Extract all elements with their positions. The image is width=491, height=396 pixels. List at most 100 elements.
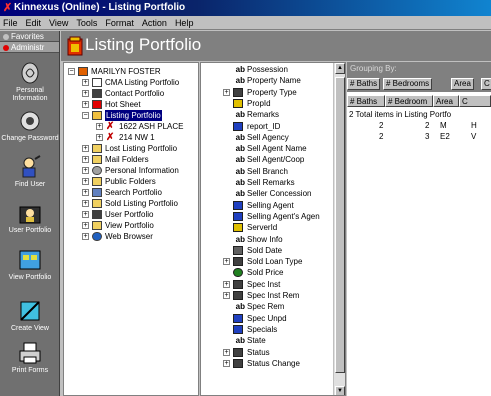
- favorites-dot-icon: [3, 33, 9, 40]
- tree-item-label: 1622 ASH PLACE: [119, 122, 184, 131]
- group-total-row[interactable]: 2 Total items in Listing Portfo: [347, 109, 491, 120]
- expand-icon[interactable]: +: [82, 90, 89, 97]
- field-list[interactable]: ab Possession ab Property Name + Property Typ…: [200, 62, 346, 396]
- list-field-icon: [233, 358, 243, 368]
- expand-icon[interactable]: +: [82, 211, 89, 218]
- tab-favorites[interactable]: Favorites: [0, 31, 59, 42]
- person-field-icon: [233, 200, 243, 210]
- expand-icon[interactable]: +: [82, 189, 89, 196]
- listing-x-icon: ✗: [106, 132, 115, 143]
- tree-item-label: Listing Portfolio: [105, 110, 162, 121]
- field-label: Specials: [247, 324, 278, 334]
- field-label: Spec Inst: [247, 279, 281, 289]
- expand-icon[interactable]: +: [82, 233, 89, 240]
- chip-area[interactable]: Area: [451, 78, 474, 90]
- tree-item-label: Personal Information: [105, 166, 179, 175]
- folder-open-icon: [92, 111, 102, 120]
- expand-icon[interactable]: +: [82, 101, 89, 108]
- menu-tools[interactable]: Tools: [76, 18, 97, 28]
- collapse-icon[interactable]: −: [68, 68, 75, 75]
- field-label: Spec Inst Rem: [247, 291, 300, 300]
- expand-icon[interactable]: +: [82, 156, 89, 163]
- table-row[interactable]: 2 2 M H: [347, 120, 491, 131]
- field-label: Sell Agent/Coop: [247, 155, 305, 165]
- tree-item-label: Public Folders: [105, 177, 156, 186]
- field-label: report_ID: [247, 121, 281, 131]
- title-bar[interactable]: ✗ Kinnexus (Online) - Listing Portfolio: [0, 0, 491, 16]
- folder-icon: [92, 199, 102, 208]
- expand-icon[interactable]: +: [223, 258, 230, 266]
- text-field-icon: ab: [235, 336, 245, 346]
- expand-icon[interactable]: +: [223, 348, 230, 356]
- chip-c[interactable]: C: [481, 78, 491, 90]
- shortcut-user-portfolio[interactable]: User Portfolio: [0, 201, 59, 235]
- menu-format[interactable]: Format: [105, 18, 134, 28]
- portfolio-tree[interactable]: − MARILYN FOSTER + CMA Listing Portfolio + Co…: [63, 62, 199, 396]
- listing-portfolio-icon: [67, 36, 83, 56]
- menu-help[interactable]: Help: [175, 18, 194, 28]
- expand-icon[interactable]: +: [96, 134, 103, 141]
- col-bedrooms[interactable]: # Bedroom: [385, 95, 433, 107]
- hot-sheet-icon: [92, 100, 102, 109]
- menu-action[interactable]: Action: [142, 18, 167, 28]
- chip-baths[interactable]: # Baths: [347, 78, 381, 90]
- field-label: Property Type: [247, 87, 297, 97]
- field-label: Sell Agent Name: [247, 144, 307, 154]
- tree-item-label: 214 NW 1: [119, 133, 155, 142]
- expand-icon[interactable]: +: [82, 222, 89, 229]
- field-label: Seller Concession: [247, 189, 312, 199]
- shortcut-personal-information[interactable]: Personal Information: [0, 61, 59, 103]
- text-field-icon: ab: [235, 144, 245, 154]
- menu-view[interactable]: View: [49, 18, 68, 28]
- menu-file[interactable]: File: [3, 18, 18, 28]
- expand-icon[interactable]: +: [223, 292, 230, 299]
- scroll-up-icon[interactable]: ▲: [335, 63, 345, 74]
- create-view-icon: [20, 301, 40, 321]
- tab-administration[interactable]: Administr: [0, 42, 59, 53]
- expand-icon[interactable]: +: [223, 280, 230, 288]
- document-icon: [92, 78, 102, 87]
- expand-icon[interactable]: +: [223, 88, 230, 96]
- col-baths[interactable]: # Baths: [347, 95, 385, 107]
- shortcut-view-portfolio[interactable]: View Portfolio: [0, 248, 59, 282]
- tree-item-label: Search Portfolio: [105, 188, 162, 197]
- col-area[interactable]: Area: [433, 95, 459, 107]
- expand-icon[interactable]: +: [223, 359, 230, 367]
- scroll-down-icon[interactable]: ▼: [335, 386, 345, 395]
- chip-bedrooms[interactable]: # Bedrooms: [383, 78, 433, 90]
- expand-icon[interactable]: +: [82, 167, 89, 174]
- shortcut-find-user[interactable]: Find User: [0, 155, 59, 189]
- field-label: Selling Agent: [247, 200, 294, 210]
- expand-icon[interactable]: +: [82, 79, 89, 86]
- shortcut-print-forms[interactable]: Print Forms: [0, 341, 59, 375]
- text-field-icon: ab: [235, 234, 245, 244]
- view-portfolio-icon: [19, 250, 41, 270]
- collapse-icon[interactable]: −: [82, 112, 89, 119]
- list-field-icon: [233, 347, 243, 357]
- date-field-icon: [233, 245, 243, 255]
- money-field-icon: [233, 268, 243, 278]
- folder-icon: [92, 221, 102, 230]
- col-c[interactable]: C: [459, 95, 491, 107]
- field-label: Sell Remarks: [247, 178, 295, 187]
- expand-icon[interactable]: +: [82, 145, 89, 152]
- field-label: Selling Agent's Agen: [247, 211, 320, 221]
- scroll-thumb[interactable]: [335, 77, 345, 373]
- tree-item-label: Web Browser: [105, 232, 153, 241]
- shortcut-create-view[interactable]: Create View: [0, 299, 59, 333]
- table-row[interactable]: 2 3 E2 V: [347, 131, 491, 142]
- administration-dot-icon: [3, 44, 9, 51]
- shortcut-bar: Favorites Administr Personal Information…: [0, 31, 60, 396]
- expand-icon[interactable]: +: [82, 200, 89, 207]
- field-list-scrollbar[interactable]: ▲ ▼: [333, 63, 345, 395]
- text-field-icon: ab: [235, 76, 245, 86]
- expand-icon[interactable]: +: [82, 178, 89, 185]
- app-logo-icon: ✗: [3, 2, 13, 14]
- contact-icon: [92, 89, 102, 98]
- window-title: Kinnexus (Online) - Listing Portfolio: [14, 2, 186, 13]
- person-field-icon: [233, 324, 243, 334]
- field-label: Sold Loan Type: [247, 257, 303, 267]
- menu-edit[interactable]: Edit: [26, 18, 42, 28]
- expand-icon[interactable]: +: [96, 123, 103, 130]
- shortcut-change-password[interactable]: Change Password: [0, 109, 59, 143]
